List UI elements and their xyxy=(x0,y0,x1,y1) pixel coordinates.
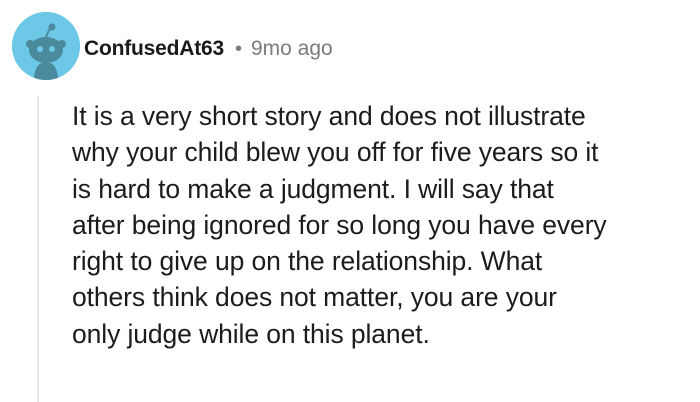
comment-text-line: It is a very short story and does not il… xyxy=(72,101,586,131)
comment-text-line: right to give up on the relationship. Wh… xyxy=(72,246,543,277)
thread-line[interactable] xyxy=(37,96,39,402)
comment: ConfusedAt63 • 9mo ago It is a very shor… xyxy=(0,0,700,402)
snoo-avatar-icon xyxy=(12,12,80,80)
comment-text-line: why your child blew you off for five yea… xyxy=(72,137,599,168)
comment-header: ConfusedAt63 • 9mo ago xyxy=(84,34,333,64)
separator-dot: • xyxy=(234,37,242,60)
comment-text-line: others think does not matter, you are yo… xyxy=(72,282,557,313)
comment-body: It is a very short story and does not il… xyxy=(72,98,694,352)
username[interactable]: ConfusedAt63 xyxy=(84,37,224,61)
avatar[interactable] xyxy=(12,12,80,80)
comment-text-line: is hard to make a judgment. I will say t… xyxy=(72,173,554,204)
comment-text-line: only judge while on this planet. xyxy=(72,318,430,349)
comment-text-line: after being ignored for so long you have… xyxy=(72,209,607,240)
timestamp[interactable]: 9mo ago xyxy=(251,37,333,61)
